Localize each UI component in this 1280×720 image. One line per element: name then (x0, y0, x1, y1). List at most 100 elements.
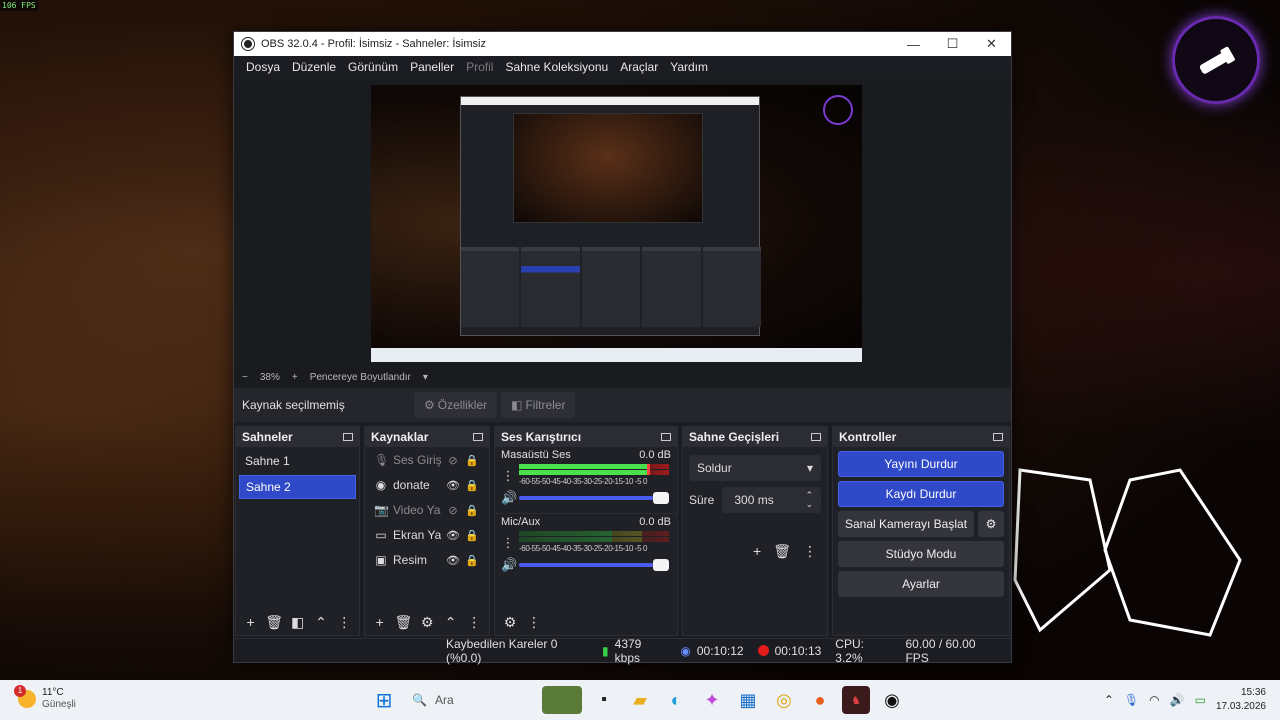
menu-file[interactable]: Dosya (240, 60, 286, 74)
copilot-icon[interactable]: ✦ (698, 686, 726, 714)
fit-to-window-button[interactable]: Pencereye Boyutlandır (310, 372, 411, 383)
more-options-icon[interactable]: ⋮ (501, 535, 515, 551)
eye-icon[interactable]: 👁 (446, 479, 460, 492)
weather-widget[interactable]: 1 11°C Güneşli (14, 685, 76, 711)
game-app-icon[interactable] (542, 686, 582, 714)
file-explorer-icon[interactable]: ▰ (626, 686, 654, 714)
more-options-icon[interactable]: ⋮ (501, 468, 515, 484)
lock-icon[interactable]: 🔒 (465, 454, 479, 467)
trash-icon[interactable]: 🗑 (773, 543, 791, 560)
lock-icon[interactable]: 🔒 (465, 529, 479, 542)
fps-overlay: 106 FPS (0, 0, 38, 11)
transition-select[interactable]: Soldur ▾ (689, 455, 821, 481)
dropped-frames: Kaybedilen Kareler 0 (%0.0) (446, 636, 558, 665)
menu-scene-collection[interactable]: Sahne Koleksiyonu (499, 60, 614, 74)
add-scene-icon[interactable]: + (242, 613, 259, 631)
studio-mode-button[interactable]: Stüdyo Modu (838, 541, 1004, 567)
lock-icon[interactable]: 🔒 (465, 504, 479, 517)
eye-icon[interactable]: 👁 (446, 529, 460, 542)
edge-icon[interactable]: ◐ (662, 686, 690, 714)
program-preview[interactable] (371, 85, 862, 362)
wifi-icon[interactable]: ◠ (1149, 693, 1159, 707)
search-box[interactable]: 🔍 Ara (406, 686, 534, 714)
undock-icon[interactable] (811, 433, 821, 441)
game-icon[interactable]: ♞ (842, 686, 870, 714)
eye-hidden-icon[interactable]: ⊘ (446, 454, 460, 467)
no-source-selected: Kaynak seçilmemiş (242, 398, 345, 412)
scene-item-2[interactable]: Sahne 2 (239, 475, 356, 499)
speaker-icon[interactable]: 🔊 (501, 490, 517, 506)
trash-icon[interactable]: 🗑 (395, 613, 413, 631)
lock-icon[interactable]: 🔒 (465, 479, 479, 492)
close-button[interactable]: ✕ (972, 32, 1011, 56)
move-up-icon[interactable]: ⌃ (442, 613, 460, 631)
lock-icon[interactable]: 🔒 (465, 554, 479, 567)
undock-icon[interactable] (993, 433, 1003, 441)
undock-icon[interactable] (661, 433, 671, 441)
menu-tools[interactable]: Araçlar (614, 60, 664, 74)
volume-slider[interactable] (519, 492, 669, 504)
obs-taskbar-icon[interactable]: ◉ (878, 686, 906, 714)
start-icon[interactable]: ⊞ (370, 686, 398, 714)
more-options-icon[interactable]: ⋮ (336, 613, 353, 631)
minimize-button[interactable]: — (894, 32, 933, 56)
eye-hidden-icon[interactable]: ⊘ (446, 504, 460, 517)
undock-icon[interactable] (473, 433, 483, 441)
firefox-icon[interactable]: ● (806, 686, 834, 714)
eye-icon[interactable]: 👁 (446, 554, 460, 567)
source-item[interactable]: ◉ donate 👁 🔒 (368, 473, 486, 497)
speaker-icon[interactable]: 🔊 (1170, 693, 1185, 707)
zoom-out-button[interactable]: − (242, 372, 248, 383)
properties-button[interactable]: ⚙ Özellikler (414, 392, 498, 418)
source-item[interactable]: ▭ Ekran Yakalama 👁 🔒 (368, 523, 486, 547)
menu-profile[interactable]: Profil (460, 60, 499, 74)
gear-icon[interactable]: ⚙ (978, 511, 1004, 537)
more-options-icon[interactable]: ⋮ (803, 543, 817, 560)
gear-icon[interactable]: ⚙ (418, 613, 436, 631)
stop-record-button[interactable]: Kaydı Durdur (838, 481, 1004, 507)
chrome-icon[interactable]: ◎ (770, 686, 798, 714)
menu-docks[interactable]: Paneller (404, 60, 460, 74)
filters-button[interactable]: ◧ Filtreler (501, 392, 576, 418)
maximize-button[interactable]: ☐ (933, 32, 972, 56)
sources-title: Kaynaklar (371, 430, 429, 444)
duration-value: 300 ms (734, 493, 774, 507)
speaker-icon[interactable]: 🔊 (501, 557, 517, 573)
advanced-audio-icon[interactable]: ⚙ (501, 613, 519, 631)
more-options-icon[interactable]: ⋮ (525, 613, 543, 631)
trash-icon[interactable]: 🗑 (265, 613, 283, 631)
chevron-up-icon[interactable]: ⌃ (1104, 693, 1114, 707)
filter-icon: ◧ (511, 398, 523, 412)
mic-icon[interactable]: 🎙 (1124, 693, 1139, 707)
menu-help[interactable]: Yardım (664, 60, 714, 74)
source-label: Ses Giriş Yakalama (393, 453, 441, 467)
move-up-icon[interactable]: ⌃ (312, 613, 329, 631)
more-options-icon[interactable]: ⋮ (465, 613, 483, 631)
spinner-icon[interactable]: ⌃ ⌄ (805, 491, 813, 509)
volume-slider[interactable] (519, 559, 669, 571)
add-transition-icon[interactable]: + (753, 543, 761, 560)
zoom-in-button[interactable]: + (292, 372, 298, 383)
source-item[interactable]: 🎙 Ses Giriş Yakalama ⊘ 🔒 (368, 448, 486, 472)
settings-button[interactable]: Ayarlar (838, 571, 1004, 597)
clock[interactable]: 15:36 17.03.2026 (1216, 686, 1266, 714)
scene-filters-icon[interactable]: ◧ (289, 613, 306, 631)
start-virtual-camera-button[interactable]: Sanal Kamerayı Başlat (838, 511, 974, 537)
menu-edit[interactable]: Düzenle (286, 60, 342, 74)
source-item[interactable]: ▣ Resim 👁 🔒 (368, 548, 486, 572)
volume-meter: -60-55-50-45-40-35-30-25-20-15-10 -5 0 (519, 531, 669, 555)
undock-icon[interactable] (343, 433, 353, 441)
transitions-dock: Sahne Geçişleri Soldur ▾ Süre 300 ms ⌃ ⌄ … (682, 426, 828, 636)
chevron-down-icon[interactable]: ▾ (423, 372, 428, 383)
add-source-icon[interactable]: + (371, 613, 389, 631)
scene-item-1[interactable]: Sahne 1 (239, 449, 356, 473)
cpu-usage: CPU: 3.2% (835, 636, 864, 665)
duration-field[interactable]: 300 ms ⌃ ⌄ (722, 487, 821, 513)
stop-stream-button[interactable]: Yayını Durdur (838, 451, 1004, 477)
volume-meter: -60-55-50-45-40-35-30-25-20-15-10 -5 0 (519, 464, 669, 488)
store-icon[interactable]: ▦ (734, 686, 762, 714)
battery-icon[interactable]: ▭ (1195, 693, 1206, 707)
task-view-icon[interactable]: ▪ (590, 686, 618, 714)
menu-view[interactable]: Görünüm (342, 60, 404, 74)
source-item[interactable]: 📷 Video Yakalama ⊘ 🔒 (368, 498, 486, 522)
